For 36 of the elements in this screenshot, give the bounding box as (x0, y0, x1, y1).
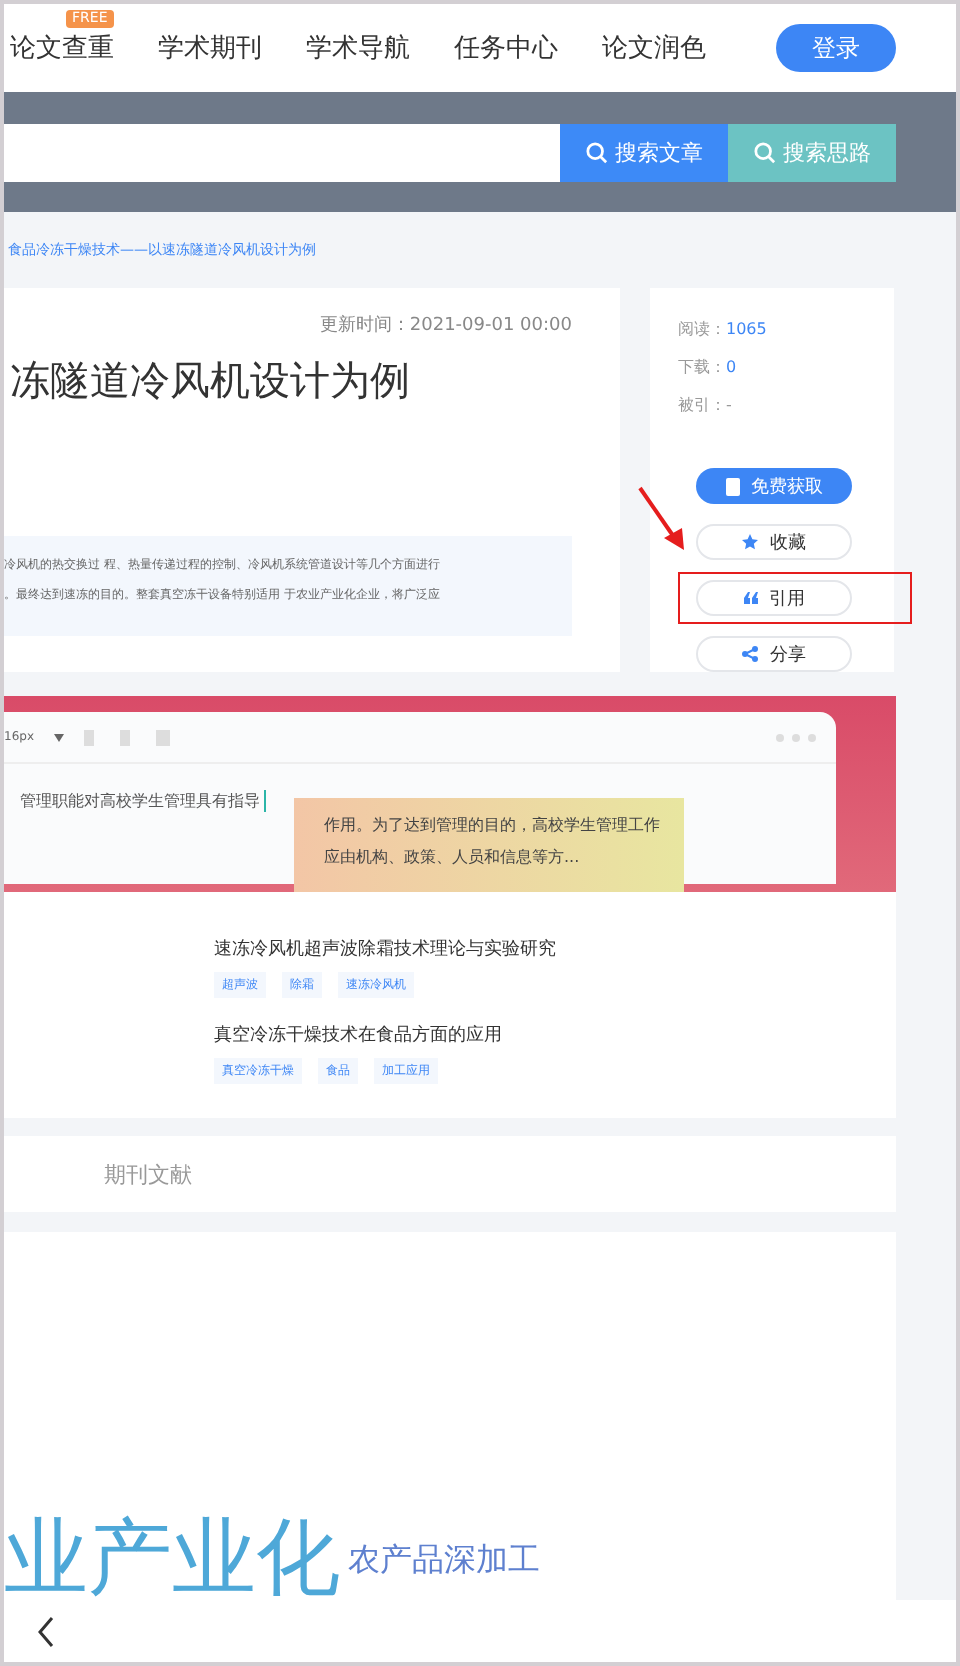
nav-link[interactable]: 论文查重 (10, 30, 114, 66)
section-title: 期刊文献 (104, 1159, 192, 1189)
back-icon[interactable] (36, 1615, 56, 1647)
editor-text: 管理职能对高校学生管理具有指导 (20, 790, 266, 812)
related-title[interactable]: 真空冷冻干燥技术在食品方面的应用 (214, 1022, 896, 1048)
quote-icon (743, 592, 757, 605)
nav-link[interactable]: 学术期刊 (158, 30, 262, 66)
action-button[interactable]: 收藏 (696, 524, 852, 561)
suggestion-popup: 作用。为了达到管理的目的，高校学生管理工作应由机构、政策、人员和信息等方... (294, 798, 684, 892)
search-button[interactable]: 搜索思路 (728, 123, 896, 181)
action-button[interactable]: 引用 (696, 580, 852, 617)
nav-link[interactable]: 任务中心 (454, 30, 558, 66)
cloud-word: 业产业化 (4, 1516, 340, 1600)
stat-label: 被引：- (678, 395, 732, 416)
annotation-arrow (636, 484, 688, 552)
document-icon (725, 477, 739, 496)
stat-value: 0 (726, 358, 737, 378)
cloud-word: 农产品深加工 (348, 1544, 540, 1576)
caret-icon (54, 733, 64, 741)
stat-label: 下载： (678, 358, 726, 378)
article-title: 冻隧道冷风机设计为例 (10, 354, 412, 408)
login-button[interactable]: 登录 (776, 24, 896, 72)
share-icon (742, 646, 758, 663)
stat-value: 1065 (726, 320, 767, 341)
search-field[interactable] (4, 123, 560, 181)
search-button[interactable]: 搜索文章 (560, 123, 728, 181)
search-icon (585, 141, 607, 163)
action-button[interactable]: 分享 (696, 636, 852, 673)
search-icon (753, 141, 775, 163)
star-icon (742, 534, 758, 551)
related-title[interactable]: 速冻冷风机超声波除霜技术理论与实验研究 (214, 936, 896, 962)
nav-link[interactable]: 学术导航 (306, 30, 410, 66)
stat-label: 阅读： (678, 320, 726, 341)
nav-link[interactable]: 论文润色 (602, 30, 706, 66)
update-time: 更新时间：2021-09-01 00:00 (319, 313, 572, 338)
action-button[interactable]: 免费获取 (696, 468, 852, 505)
